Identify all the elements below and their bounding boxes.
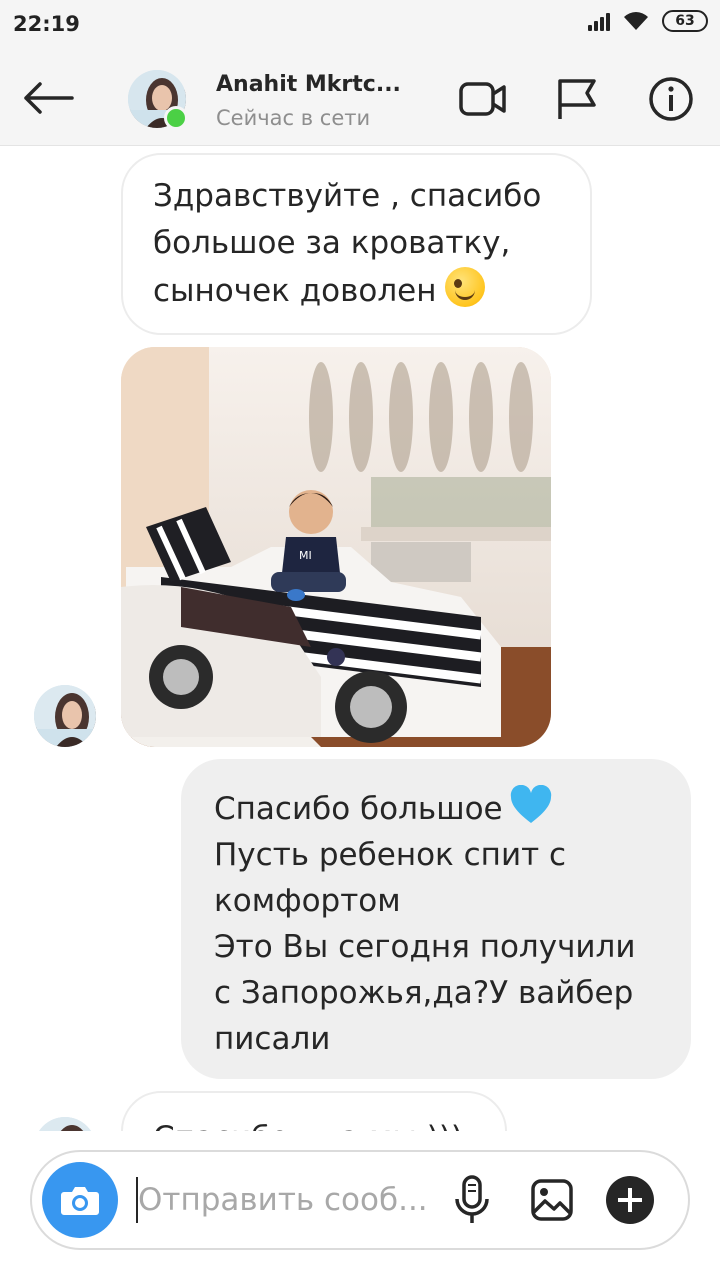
message-bubble-outgoing[interactable]: Спасибо большое Пусть ребенок спит с ком… bbox=[181, 759, 691, 1079]
message-composer bbox=[30, 1150, 690, 1250]
message-bubble-incoming[interactable]: Здравствуйте , спасибо большое за кроват… bbox=[121, 153, 592, 335]
chat-header: Anahit Mkrtc... Сейчас в сети bbox=[0, 50, 720, 146]
battery-level: 63 bbox=[675, 13, 695, 29]
voice-message-button[interactable] bbox=[444, 1172, 500, 1228]
message-line: Пусть ребенок спит с bbox=[214, 837, 567, 873]
camera-button[interactable] bbox=[42, 1162, 118, 1238]
info-icon bbox=[649, 77, 693, 121]
back-arrow-icon bbox=[24, 82, 74, 114]
message-line: Это Вы сегодня получили bbox=[214, 929, 636, 965]
gallery-button[interactable] bbox=[524, 1172, 580, 1228]
message-line: Здравствуйте , спасибо bbox=[153, 178, 542, 214]
status-time: 22:19 bbox=[13, 12, 80, 36]
contact-name[interactable]: Anahit Mkrtc... bbox=[216, 72, 401, 97]
message-line: Спасибо , да мы ))) bbox=[153, 1115, 505, 1131]
status-bar: 22:19 63 bbox=[0, 0, 720, 50]
wifi-icon bbox=[624, 12, 648, 30]
message-bubble-incoming[interactable]: Спасибо , да мы ))) bbox=[121, 1091, 507, 1131]
message-input[interactable] bbox=[138, 1174, 438, 1226]
signal-icon bbox=[588, 11, 610, 31]
photo-kid-car-bed: MI bbox=[121, 347, 551, 747]
message-line: большое за кроватку, bbox=[153, 225, 511, 261]
status-icons: 63 bbox=[588, 10, 708, 32]
avatar-photo bbox=[34, 685, 96, 747]
message-line: Спасибо большое bbox=[214, 791, 503, 827]
plus-icon bbox=[606, 1176, 654, 1224]
sender-avatar[interactable] bbox=[34, 1117, 96, 1131]
wink-emoji-icon bbox=[444, 267, 485, 307]
back-button[interactable] bbox=[20, 78, 76, 118]
message-photo[interactable]: MI bbox=[121, 347, 551, 747]
video-call-icon bbox=[459, 82, 506, 116]
more-actions-button[interactable] bbox=[602, 1172, 658, 1228]
video-call-button[interactable] bbox=[458, 76, 508, 122]
sender-avatar[interactable] bbox=[34, 685, 96, 747]
blue-heart-emoji-icon bbox=[510, 785, 551, 823]
avatar-photo bbox=[34, 1117, 96, 1131]
svg-text:MI: MI bbox=[299, 549, 312, 562]
message-line: сыночек доволен bbox=[153, 273, 437, 309]
info-button[interactable] bbox=[646, 76, 696, 122]
message-list[interactable]: Здравствуйте , спасибо большое за кроват… bbox=[0, 147, 720, 1131]
camera-icon bbox=[61, 1187, 99, 1215]
gallery-icon bbox=[531, 1179, 573, 1221]
flag-icon bbox=[558, 79, 596, 119]
message-line: писали bbox=[214, 1021, 331, 1057]
contact-status: Сейчас в сети bbox=[216, 106, 371, 130]
message-line: с Запорожья,да?У вайбер bbox=[214, 975, 634, 1011]
online-indicator bbox=[164, 106, 188, 130]
message-line: комфортом bbox=[214, 883, 401, 919]
report-flag-button[interactable] bbox=[551, 76, 601, 122]
microphone-icon bbox=[455, 1175, 489, 1223]
battery-icon: 63 bbox=[662, 10, 708, 32]
